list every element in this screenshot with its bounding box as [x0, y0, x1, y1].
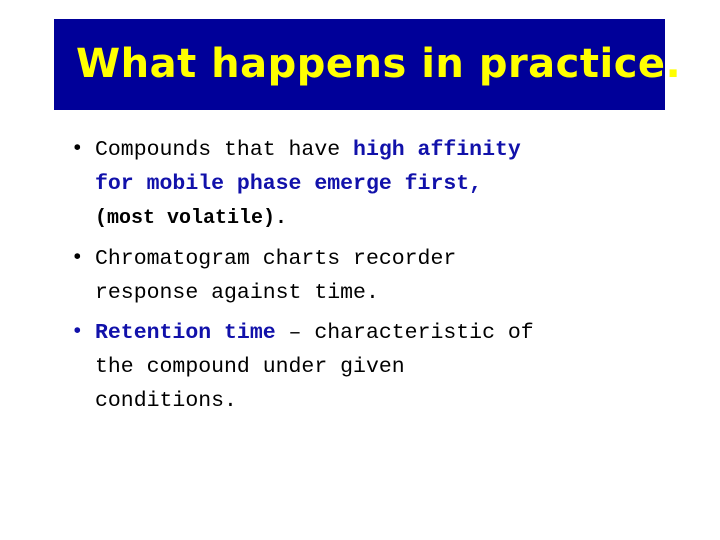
body-text: the compound under given — [95, 355, 405, 379]
list-item-line: response against time. — [95, 276, 702, 310]
body-text: – characteristic of — [275, 321, 534, 345]
body-text: Chromatogram charts recorder — [95, 247, 457, 271]
list-item-line: Chromatogram charts recorder — [95, 242, 702, 276]
bullet-marker-icon: • — [71, 321, 84, 344]
list-item-line: for mobile phase emerge first, — [95, 167, 702, 201]
body-text: conditions. — [95, 389, 237, 413]
emphasis-text: Retention time — [95, 321, 276, 345]
list-item-line: Compounds that have high affinity — [95, 133, 702, 167]
emphasis-text: high affinity — [353, 138, 521, 162]
body-text: response against time. — [95, 281, 379, 305]
list-item-line: the compound under given — [95, 350, 702, 384]
list-item-line: (most volatile). — [95, 201, 702, 236]
title-banner: What happens in practice. — [54, 19, 681, 110]
list-item-line: Retention time – characteristic of — [95, 316, 702, 350]
list-item-line: conditions. — [95, 384, 702, 418]
list-item: • Chromatogram charts recorder response ag… — [62, 242, 702, 310]
bullet-marker-icon: • — [71, 247, 84, 270]
strong-text: (most volatile). — [95, 207, 288, 230]
list-item: • Retention time – characteristic of the c… — [62, 316, 702, 418]
slide: What happens in practice. • Compounds tha… — [0, 0, 720, 540]
bullet-marker-icon: • — [71, 138, 84, 161]
body-text: Compounds that have — [95, 138, 354, 162]
list-item: • Compounds that have high affinity for mo… — [62, 133, 702, 236]
emphasis-text: for mobile phase emerge first, — [95, 172, 483, 196]
bullet-list: • Compounds that have high affinity for mo… — [62, 133, 702, 418]
page-title: What happens in practice. — [76, 40, 682, 87]
